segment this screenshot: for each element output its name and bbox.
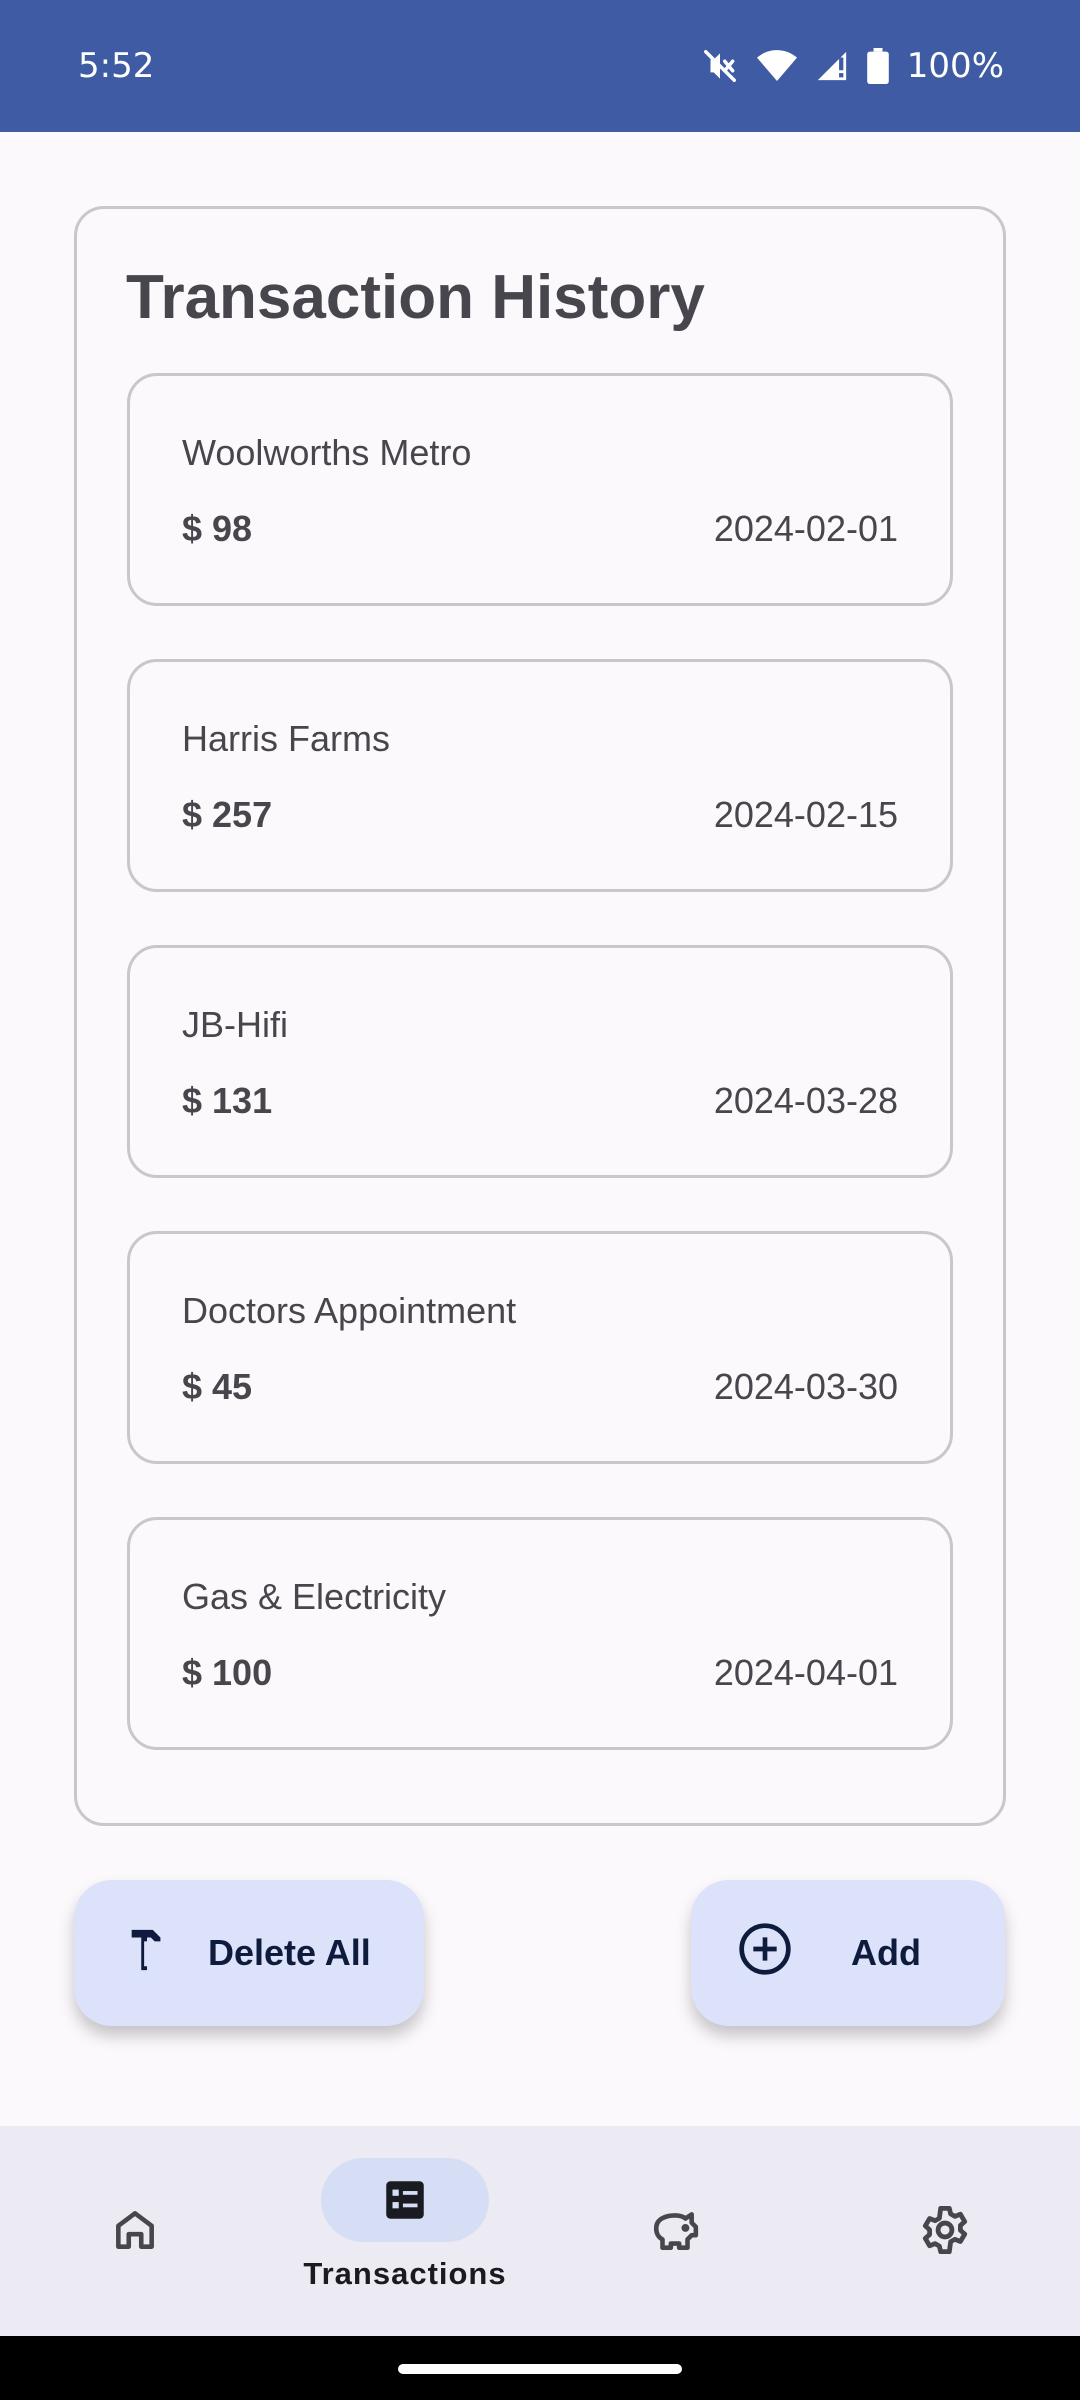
piggy-bank-icon (591, 2188, 759, 2272)
wifi-icon (756, 49, 797, 83)
transaction-date: 2024-03-28 (713, 1080, 898, 1121)
transaction-amount: $ 131 (182, 1080, 273, 1121)
battery-icon (866, 48, 889, 84)
nav-settings[interactable] (825, 2126, 1065, 2336)
home-icon (51, 2188, 219, 2272)
list-alt-icon (321, 2158, 489, 2242)
transaction-amount: $ 98 (182, 508, 253, 549)
add-label: Add (851, 1932, 921, 1973)
gesture-bar (0, 2336, 1080, 2400)
transaction-date: 2024-02-15 (713, 794, 898, 835)
transaction-item[interactable]: Doctors Appointment $ 45 2024-03-30 (127, 1231, 953, 1464)
transaction-date: 2024-02-01 (713, 508, 898, 549)
status-bar: 5:52 100% (0, 0, 1080, 132)
delete-all-button[interactable]: Delete All (74, 1880, 424, 2026)
transaction-item[interactable]: Woolworths Metro $ 98 2024-02-01 (127, 373, 953, 606)
bottom-navigation: Transactions (0, 2126, 1080, 2336)
transaction-amount: $ 100 (182, 1652, 273, 1693)
transaction-amount: $ 45 (182, 1366, 253, 1407)
transaction-name: Doctors Appointment (182, 1290, 517, 1331)
home-gesture-handle[interactable] (398, 2364, 682, 2374)
transaction-name: JB-Hifi (182, 1004, 288, 1045)
nav-home[interactable] (15, 2126, 255, 2336)
nav-transactions-label: Transactions (303, 2256, 507, 2291)
transaction-item[interactable]: Gas & Electricity $ 100 2024-04-01 (127, 1517, 953, 1750)
signal-icon (815, 49, 849, 83)
battery-percent: 100% (906, 46, 1004, 86)
delete-all-label: Delete All (208, 1932, 371, 1973)
transaction-item[interactable]: Harris Farms $ 257 2024-02-15 (127, 659, 953, 892)
status-icons: 100% (701, 46, 1004, 86)
transaction-date: 2024-03-30 (713, 1366, 898, 1407)
page-title: Transaction History (126, 263, 705, 332)
gear-icon (861, 2188, 1029, 2272)
add-button[interactable]: Add (691, 1880, 1005, 2026)
nav-transactions[interactable]: Transactions (285, 2126, 525, 2336)
hammer-icon (124, 1923, 170, 1984)
transaction-name: Harris Farms (182, 718, 390, 759)
transaction-item[interactable]: JB-Hifi $ 131 2024-03-28 (127, 945, 953, 1178)
status-time: 5:52 (78, 46, 155, 86)
add-circle-icon (737, 1921, 793, 1986)
nav-savings[interactable] (555, 2126, 795, 2336)
transaction-date: 2024-04-01 (713, 1652, 898, 1693)
transaction-amount: $ 257 (182, 794, 273, 835)
transaction-name: Gas & Electricity (182, 1576, 447, 1617)
mute-icon (701, 47, 739, 85)
transaction-name: Woolworths Metro (182, 432, 472, 473)
